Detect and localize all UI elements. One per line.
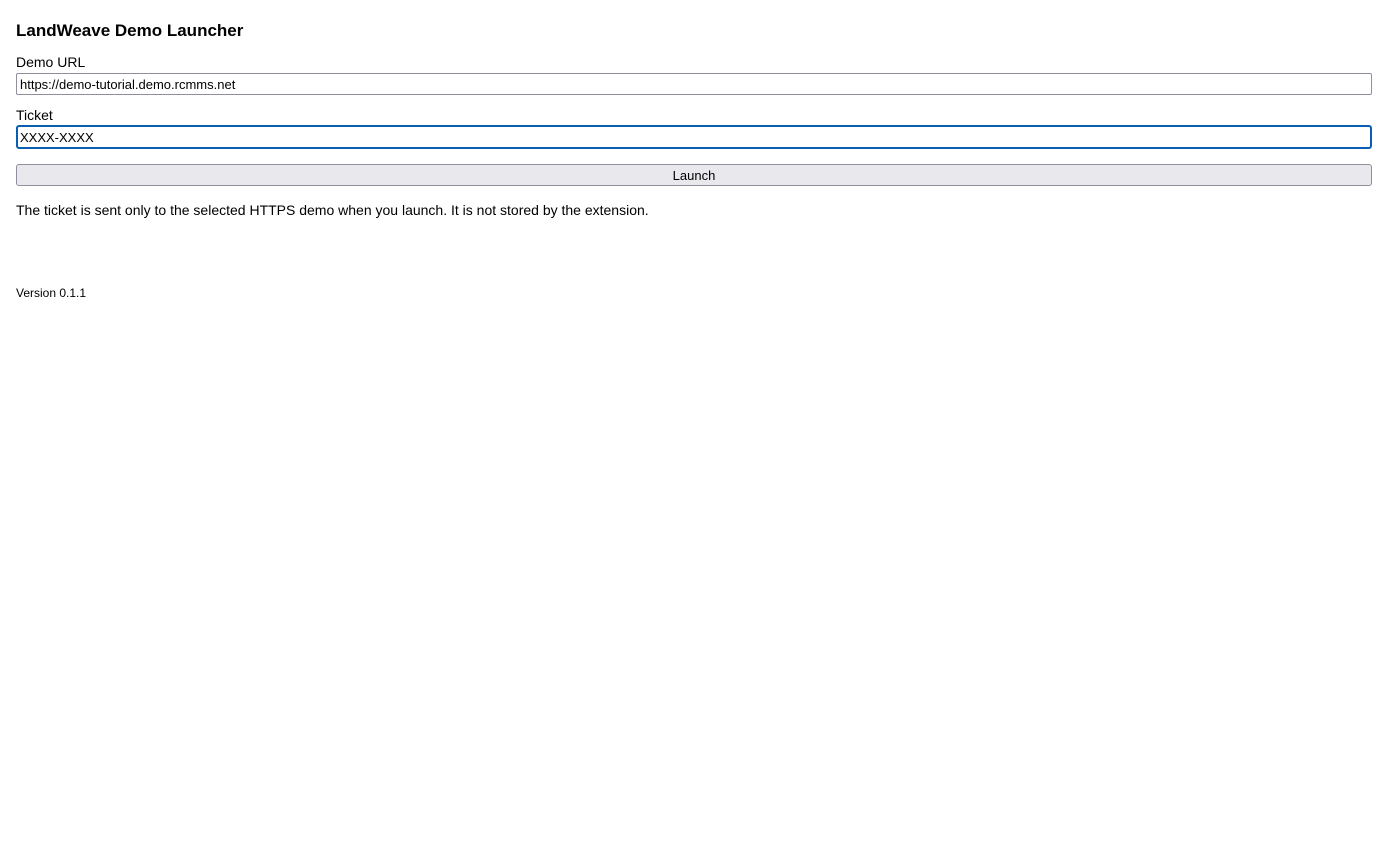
ticket-input[interactable] xyxy=(16,125,1372,149)
version-text: Version 0.1.1 xyxy=(16,286,87,300)
launcher-page: LandWeave Demo Launcher Demo URL Ticket … xyxy=(0,0,1388,317)
page-title: LandWeave Demo Launcher xyxy=(16,21,244,40)
privacy-note: The ticket is sent only to the selected … xyxy=(16,202,649,218)
launch-button[interactable]: Launch xyxy=(16,164,1372,186)
demo-url-input[interactable] xyxy=(16,73,1372,95)
ticket-label: Ticket xyxy=(16,107,53,123)
demo-url-label: Demo URL xyxy=(16,54,86,70)
